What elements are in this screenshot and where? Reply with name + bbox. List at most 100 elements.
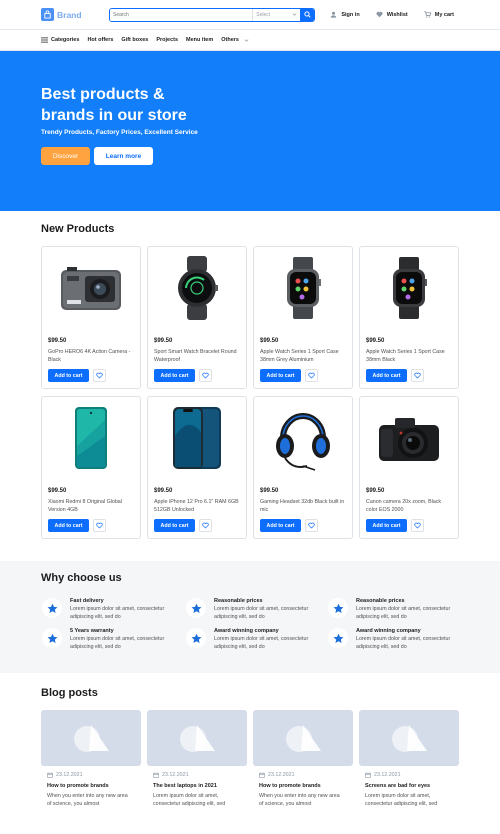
blog-card[interactable]: 23.12.2021 How to promote brands When yo… xyxy=(41,710,141,814)
user-icon xyxy=(331,11,337,18)
feature-item: 5 Years warranty Lorem ipsum dolor sit a… xyxy=(42,628,182,652)
star-icon xyxy=(191,603,201,613)
calendar-icon xyxy=(47,772,53,778)
cart-icon xyxy=(424,11,431,18)
wishlist-toggle[interactable] xyxy=(199,369,212,382)
add-to-cart-button[interactable]: Add to cart xyxy=(154,519,195,532)
product-card[interactable]: $99.50 Canon camera 20x zoom, Black colo… xyxy=(359,396,459,539)
round-watch-icon xyxy=(178,256,218,320)
product-card[interactable]: $99.50 GoPro HERO6 4K Action Camera - Bl… xyxy=(41,246,141,389)
add-to-cart-button[interactable]: Add to cart xyxy=(260,519,301,532)
product-name[interactable]: Xiaomi Redmi 8 Original Global Version 4… xyxy=(48,498,134,514)
blog-card[interactable]: 23.12.2021 How to promote brands When yo… xyxy=(253,710,353,814)
nav-menu-item[interactable]: Menu item xyxy=(186,37,213,43)
add-to-cart-button[interactable]: Add to cart xyxy=(366,369,407,382)
blog-date: 23.12.2021 xyxy=(259,772,295,778)
dslr-camera-icon xyxy=(379,418,439,461)
heart-outline-icon xyxy=(96,372,103,379)
add-to-cart-button[interactable]: Add to cart xyxy=(48,519,89,532)
product-card[interactable]: $99.50 Gaming Headset 32db Black built i… xyxy=(253,396,353,539)
nav-others[interactable]: Others xyxy=(221,37,252,43)
blog-date-text: 23.12.2021 xyxy=(162,772,189,778)
discover-button[interactable]: Discover xyxy=(41,147,90,165)
feature-description: Lorem ipsum dolor sit amet, consectetur … xyxy=(70,606,165,620)
blog-title[interactable]: Screens are bad for eyes xyxy=(365,783,430,789)
nav-hot-offers[interactable]: Hot offers xyxy=(87,37,113,43)
product-name[interactable]: Sport Smart Watch Bracelet Round Waterpr… xyxy=(154,348,240,364)
blog-title[interactable]: How to promote brands xyxy=(47,783,109,789)
product-card[interactable]: $99.50 Apple iPhone 12 Pro 6.1" RAM 6GB … xyxy=(147,396,247,539)
feature-item: Fast delivery Lorem ipsum dolor sit amet… xyxy=(42,598,182,622)
why-choose-us-title: Why choose us xyxy=(41,572,122,584)
nav-gift-boxes-label: Gift boxes xyxy=(121,37,149,43)
feature-icon-circle xyxy=(186,598,206,618)
wishlist-toggle[interactable] xyxy=(199,519,212,532)
product-price: $99.50 xyxy=(260,338,279,344)
blog-title[interactable]: How to promote brands xyxy=(259,783,321,789)
nav-hot-offers-label: Hot offers xyxy=(87,37,114,43)
search-input[interactable] xyxy=(110,8,253,21)
blog-excerpt: When you enter into any new area of scie… xyxy=(47,793,128,807)
feature-title: Reasonable prices xyxy=(214,598,263,604)
product-image xyxy=(254,397,352,479)
product-image xyxy=(42,247,140,329)
add-to-cart-button[interactable]: Add to cart xyxy=(260,369,301,382)
wishlist-toggle[interactable] xyxy=(305,519,318,532)
add-to-cart-button[interactable]: Add to cart xyxy=(154,369,195,382)
wishlist-toggle[interactable] xyxy=(305,369,318,382)
hero-title-line2: brands in our store xyxy=(41,107,187,124)
headset-icon xyxy=(276,413,330,471)
product-name[interactable]: GoPro HERO6 4K Action Camera - Black xyxy=(48,348,134,364)
calendar-icon xyxy=(153,772,159,778)
product-name[interactable]: Gaming Headset 32db Black built in mic xyxy=(260,498,346,514)
feature-title: Fast delivery xyxy=(70,598,104,604)
add-to-cart-button[interactable]: Add to cart xyxy=(48,369,89,382)
product-card[interactable]: $99.50 Sport Smart Watch Bracelet Round … xyxy=(147,246,247,389)
blog-card[interactable]: 23.12.2021 The best laptops in 2021 Lore… xyxy=(147,710,247,814)
nav-projects[interactable]: Projects xyxy=(156,37,178,43)
hero-title-line1: Best products & xyxy=(41,86,165,103)
search-button[interactable] xyxy=(300,8,314,21)
product-name[interactable]: Apple Watch Series 1 Sport Case 38mm Bla… xyxy=(366,348,452,364)
main-nav: Categories Hot offers Gift boxes Project… xyxy=(0,30,500,51)
product-card[interactable]: $99.50 Apple Watch Series 1 Sport Case 3… xyxy=(359,246,459,389)
learn-more-button[interactable]: Learn more xyxy=(94,147,153,165)
product-image xyxy=(148,247,246,329)
wishlist-toggle[interactable] xyxy=(411,519,424,532)
product-card[interactable]: $99.50 Xiaomi Redmi 8 Original Global Ve… xyxy=(41,396,141,539)
nav-gift-boxes[interactable]: Gift boxes xyxy=(121,37,148,43)
new-products-title: New Products xyxy=(41,223,115,235)
star-icon xyxy=(47,603,57,613)
wishlist-button[interactable]: Wishlist xyxy=(370,7,414,22)
blog-date-text: 23.12.2021 xyxy=(56,772,83,778)
chevron-down-icon xyxy=(244,38,249,42)
feature-icon-circle xyxy=(42,628,62,648)
product-price: $99.50 xyxy=(154,338,173,344)
blog-date: 23.12.2021 xyxy=(153,772,189,778)
category-select[interactable]: Select xyxy=(252,8,300,21)
star-icon xyxy=(333,603,343,613)
feature-icon-circle xyxy=(328,598,348,618)
blog-title[interactable]: The best laptops in 2021 xyxy=(153,783,217,789)
product-price: $99.50 xyxy=(154,488,173,494)
my-cart-button[interactable]: My cart xyxy=(418,7,460,22)
blog-card[interactable]: 23.12.2021 Screens are bad for eyes Lore… xyxy=(359,710,459,814)
wishlist-toggle[interactable] xyxy=(93,369,106,382)
feature-description: Lorem ipsum dolor sit amet, consectetur … xyxy=(214,636,309,650)
product-name[interactable]: Apple Watch Series 1 Sport Case 38mm Gre… xyxy=(260,348,346,364)
product-card[interactable]: $99.50 Apple Watch Series 1 Sport Case 3… xyxy=(253,246,353,389)
action-camera-icon xyxy=(61,267,121,310)
product-name[interactable]: Apple iPhone 12 Pro 6.1" RAM 6GB 512GB U… xyxy=(154,498,240,514)
add-to-cart-button[interactable]: Add to cart xyxy=(366,519,407,532)
product-image xyxy=(360,247,458,329)
wishlist-toggle[interactable] xyxy=(93,519,106,532)
product-name[interactable]: Canon camera 20x zoom, Black color EOS 2… xyxy=(366,498,452,514)
blog-excerpt: Lorem ipsum dolor sit amet, consectetur … xyxy=(365,793,438,807)
sign-in-label: Sign in xyxy=(341,11,360,18)
wishlist-toggle[interactable] xyxy=(411,369,424,382)
blog-date: 23.12.2021 xyxy=(47,772,83,778)
nav-categories[interactable]: Categories xyxy=(41,37,79,43)
brand-logo[interactable]: Brand xyxy=(41,8,109,21)
category-select-value: Select xyxy=(256,11,271,18)
sign-in-button[interactable]: Sign in xyxy=(324,7,365,22)
